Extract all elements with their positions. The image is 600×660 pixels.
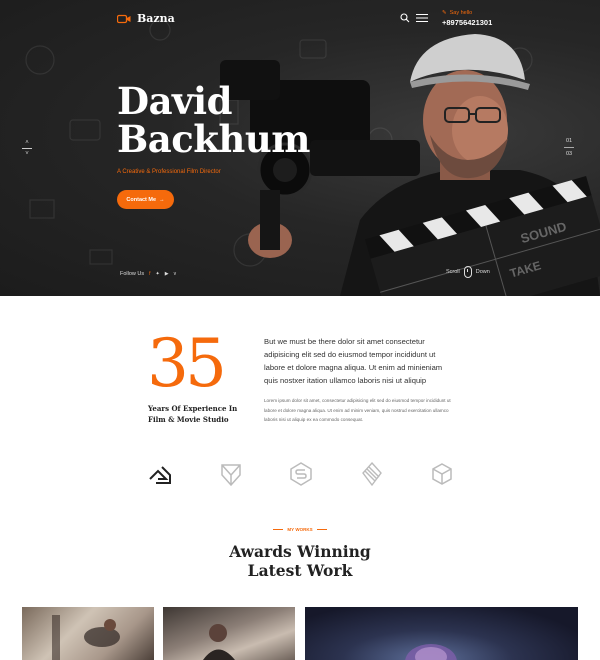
works-eyebrow: MY WORKS: [0, 527, 600, 532]
pen-icon: ✎: [442, 10, 447, 16]
header-contact[interactable]: ✎ Say hello +89756421301: [442, 10, 492, 27]
twitter-icon[interactable]: ✦: [156, 271, 160, 277]
vimeo-icon[interactable]: v: [174, 271, 177, 277]
scroll-label: Scroll: [446, 269, 460, 275]
follow-us: Follow Us f ✦ ▶ v: [120, 271, 176, 277]
work-image-3: [405, 644, 457, 660]
menu-icon[interactable]: [416, 13, 428, 23]
work-image-2: [203, 624, 235, 660]
work-thumbnail-3[interactable]: [305, 607, 578, 660]
contact-phone: +89756421301: [442, 18, 493, 27]
arrow-right-icon: →: [159, 196, 165, 203]
about-lead-text: But we must be there dolor sit amet cons…: [264, 337, 443, 385]
slider-arrows: ˄ ˅: [22, 140, 32, 157]
arrow-down-icon[interactable]: ˅: [25, 151, 29, 157]
hero-subtitle: A Creative & Professional Film Director: [117, 169, 221, 175]
camera-icon: [117, 14, 131, 23]
slide-counter: 01 03: [564, 138, 574, 157]
logo[interactable]: Bazna: [117, 12, 175, 25]
experience-caption: Years Of Experience In Film & Movie Stud…: [148, 404, 238, 424]
logo-text: Bazna: [137, 12, 175, 25]
scroll-down[interactable]: Scroll Down: [446, 266, 490, 278]
brand-logo-4: [362, 461, 382, 487]
hero-section: SOUND TAKE Bazna ✎ Say hello +8975642130…: [0, 0, 600, 296]
facebook-icon[interactable]: f: [149, 271, 150, 277]
work-image-1: [52, 615, 120, 660]
brand-logo-5: [432, 463, 452, 485]
contact-me-button[interactable]: Contact Me →: [117, 190, 174, 209]
follow-label: Follow Us: [120, 271, 145, 277]
mouse-icon: [463, 266, 472, 278]
youtube-icon[interactable]: ▶: [165, 271, 169, 277]
hero-title-line2: Backhum: [117, 117, 310, 161]
brand-logo-1: [149, 466, 171, 484]
arrow-up-icon[interactable]: ˄: [25, 140, 29, 146]
works-label: MY WORKS: [287, 527, 313, 532]
contact-label: Say hello: [449, 10, 473, 16]
experience-number: 35: [147, 325, 227, 402]
search-icon[interactable]: [400, 13, 410, 23]
down-label: Down: [475, 269, 490, 275]
slide-current: 01: [565, 138, 573, 144]
contact-me-label: Contact Me: [126, 196, 157, 203]
work-thumbnail-2[interactable]: [163, 607, 295, 660]
brand-logo-3: [290, 462, 312, 486]
work-thumbnail-1[interactable]: [22, 607, 154, 660]
slide-total: 03: [565, 151, 573, 157]
works-title: Awards Winning Latest Work: [229, 542, 371, 580]
hero-title: David Backhum: [117, 82, 310, 158]
brand-logo-2: [221, 464, 241, 487]
about-small-text: Lorem ipsum dolor sit amet, consectetur …: [264, 398, 451, 422]
